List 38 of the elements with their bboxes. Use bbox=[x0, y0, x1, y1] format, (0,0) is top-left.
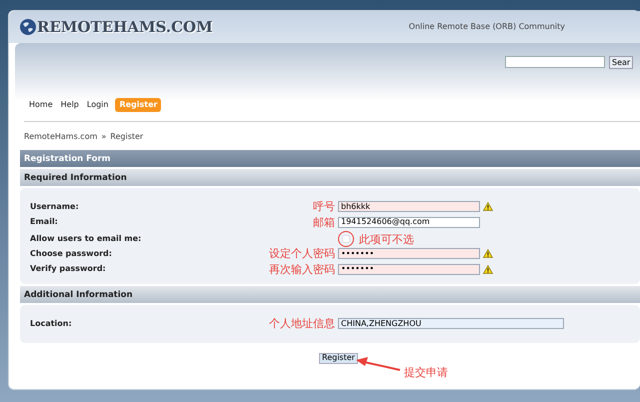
breadcrumb-link[interactable]: Register bbox=[110, 131, 144, 143]
warning-icon bbox=[483, 202, 493, 212]
annotation-text: 呼号 bbox=[312, 201, 335, 212]
annotation-text: 此项可不选 bbox=[359, 234, 414, 245]
input-field[interactable]: bh6kkk bbox=[338, 201, 480, 212]
section-header: Required Information bbox=[20, 169, 640, 186]
breadcrumb-separator: » bbox=[101, 131, 106, 143]
nav-link[interactable]: Home bbox=[28, 98, 54, 112]
field-label: Verify password: bbox=[30, 263, 107, 276]
annotation-text: 提交申请 bbox=[404, 364, 448, 381]
warning-icon bbox=[483, 249, 493, 258]
section-header: Additional Information bbox=[20, 286, 640, 303]
breadcrumb-link[interactable]: RemoteHams.com bbox=[24, 131, 98, 143]
search-button[interactable]: Sear bbox=[609, 56, 634, 69]
input-field[interactable]: ••••••• bbox=[338, 248, 480, 260]
form-title-bar: Registration Form bbox=[20, 150, 640, 167]
field-label: Location: bbox=[30, 318, 73, 330]
field-label: Email: bbox=[30, 216, 59, 228]
search-field[interactable] bbox=[505, 56, 605, 68]
register-button[interactable]: Register bbox=[319, 352, 358, 364]
site-tagline: Online Remote Base (ORB) Community bbox=[408, 21, 565, 33]
input-field[interactable]: 1941524606@qq.com bbox=[338, 216, 480, 228]
input-field[interactable]: ••••••• bbox=[338, 264, 480, 275]
annotation-text: 再次输入密码 bbox=[268, 264, 335, 275]
annotation-text: 个人地址信息 bbox=[268, 318, 335, 330]
annotation-text: 邮箱 bbox=[312, 216, 335, 228]
checkbox[interactable] bbox=[342, 235, 350, 244]
nav-link[interactable]: Help bbox=[60, 98, 80, 112]
globe-icon bbox=[19, 18, 37, 36]
site-logo[interactable]: REMOTEHAMS.COM bbox=[37, 16, 213, 38]
arrow-icon bbox=[354, 356, 402, 372]
field-label: Allow users to email me: bbox=[30, 233, 142, 246]
annotation-text: 设定个人密码 bbox=[268, 248, 335, 260]
nav-link[interactable]: Login bbox=[86, 98, 110, 112]
input-field[interactable]: CHINA,ZHENGZHOU bbox=[338, 318, 564, 330]
field-label: Username: bbox=[30, 200, 80, 213]
warning-icon bbox=[483, 264, 493, 274]
field-label: Choose password: bbox=[30, 248, 113, 260]
